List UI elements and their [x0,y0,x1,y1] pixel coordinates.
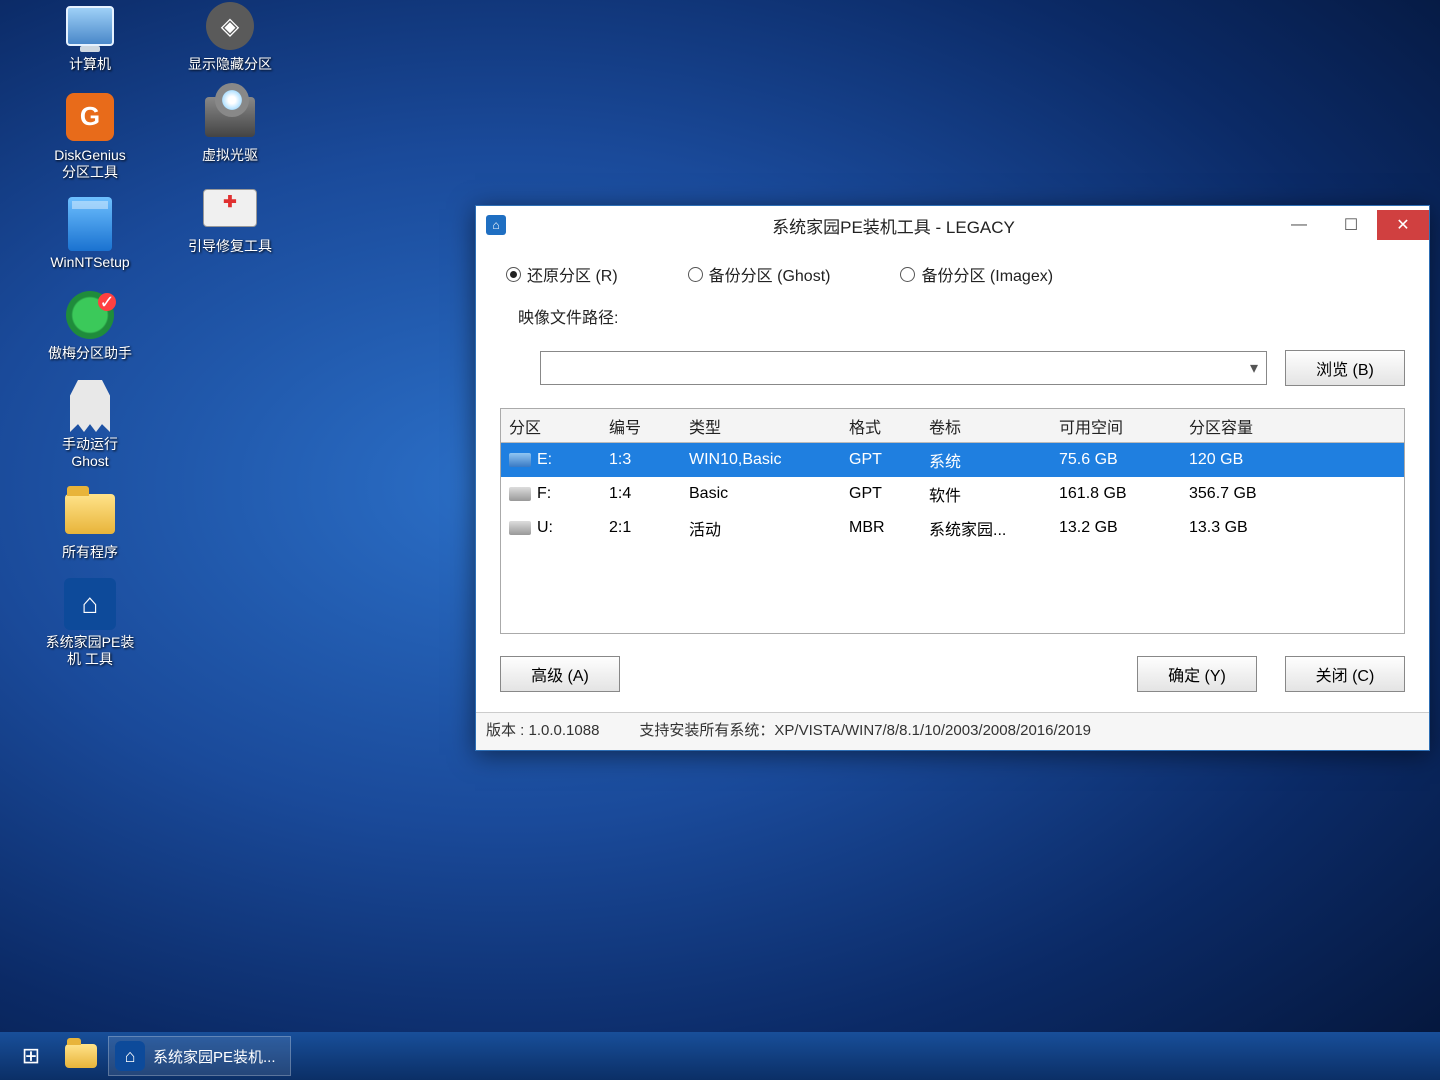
desktop-icon-label: 显示隐藏分区 [188,56,272,73]
drive-icon [509,487,531,501]
support-text: 支持安装所有系统：XP/VISTA/WIN7/8/8.1/10/2003/200… [639,719,1091,740]
table-row[interactable]: U:2:1活动MBR系统家园...13.2 GB13.3 GB [501,511,1404,545]
status-bar: 版本 : 1.0.0.1088 支持安装所有系统：XP/VISTA/WIN7/8… [476,712,1429,750]
start-button[interactable]: ⊞ [8,1036,54,1076]
close-button[interactable]: ✕ [1377,210,1429,240]
ntsetup-icon [68,197,112,251]
desktop-icon-cdrom[interactable]: 虚拟光驱 [170,91,290,164]
column-header[interactable]: 类型 [681,414,841,438]
drive-icon [509,453,531,467]
desktop-icon-ghosticon[interactable]: 手动运行 Ghost [30,380,150,470]
hidpart-icon [206,2,254,50]
desktop-icon-monitor[interactable]: 计算机 [30,0,150,73]
desktop-icon-label: 引导修复工具 [188,238,272,255]
table-row[interactable]: F:1:4BasicGPT软件161.8 GB356.7 GB [501,477,1404,511]
radio-backup-imagex[interactable]: 备份分区 (Imagex) [900,262,1053,286]
folder-icon [65,494,115,534]
desktop-icon-ntsetup[interactable]: WinNTSetup [30,198,150,271]
cdrom-icon [205,97,255,137]
version-text: 1.0.0.1088 [529,722,600,739]
image-path-combo[interactable]: ▾ [540,351,1267,385]
close-dialog-button[interactable]: 关闭 (C) [1285,656,1405,692]
advanced-button[interactable]: 高级 (A) [500,656,620,692]
desktop-icon-toolbox[interactable]: 引导修复工具 [170,182,290,255]
desktop-icon-diskg[interactable]: G DiskGenius 分区工具 [30,91,150,181]
column-header[interactable]: 可用空间 [1051,414,1181,438]
toolbox-icon [203,189,257,227]
ghosticon-icon [70,380,110,432]
app-icon: ⌂ [486,215,506,235]
monitor-icon [66,6,114,46]
desktop-icon-peinst[interactable]: 系统家园PE装 机 工具 [30,578,150,668]
taskbar: ⊞ 系统家园PE装机... [0,1032,1440,1080]
column-header[interactable]: 分区 [501,414,601,438]
desktop-icon-folder[interactable]: 所有程序 [30,488,150,561]
desktop-icon-label: 系统家园PE装 机 工具 [46,634,135,668]
titlebar[interactable]: ⌂ 系统家园PE装机工具 - LEGACY — ☐ ✕ [476,206,1429,244]
desktop-icon-label: 计算机 [69,56,111,73]
desktop-icon-label: 傲梅分区助手 [48,345,132,362]
maximize-button[interactable]: ☐ [1325,210,1377,240]
desktop-icon-label: 手动运行 Ghost [62,436,118,470]
column-header[interactable]: 格式 [841,414,921,438]
column-header[interactable]: 编号 [601,414,681,438]
installer-window: ⌂ 系统家园PE装机工具 - LEGACY — ☐ ✕ 还原分区 (R) 备份分… [475,205,1430,751]
desktop-icon-label: WinNTSetup [50,254,129,271]
desktop-icon-label: DiskGenius 分区工具 [54,147,126,181]
taskbar-explorer[interactable] [60,1036,102,1076]
diskg-icon: G [66,93,114,141]
browse-button[interactable]: 浏览 (B) [1285,350,1405,386]
aomei-icon [66,291,114,339]
taskbar-app-button[interactable]: 系统家园PE装机... [108,1036,291,1076]
ok-button[interactable]: 确定 (Y) [1137,656,1257,692]
radio-restore[interactable]: 还原分区 (R) [506,262,618,286]
partition-table: 分区编号类型格式卷标可用空间分区容量 E:1:3WIN10,BasicGPT系统… [500,408,1405,634]
table-row[interactable]: E:1:3WIN10,BasicGPT系统75.6 GB120 GB [501,443,1404,477]
minimize-button[interactable]: — [1273,210,1325,240]
image-path-label: 映像文件路径: [518,304,618,328]
desktop-icon-label: 所有程序 [62,544,118,561]
desktop-icon-aomei[interactable]: 傲梅分区助手 [30,289,150,362]
peinst-icon [64,578,116,630]
drive-icon [509,521,531,535]
radio-backup-ghost[interactable]: 备份分区 (Ghost) [688,262,831,286]
column-header[interactable]: 分区容量 [1181,414,1321,438]
column-header[interactable]: 卷标 [921,414,1051,438]
desktop-icon-label: 虚拟光驱 [202,147,258,164]
desktop-icon-hidpart[interactable]: 显示隐藏分区 [170,0,290,73]
window-title: 系统家园PE装机工具 - LEGACY [514,213,1273,238]
